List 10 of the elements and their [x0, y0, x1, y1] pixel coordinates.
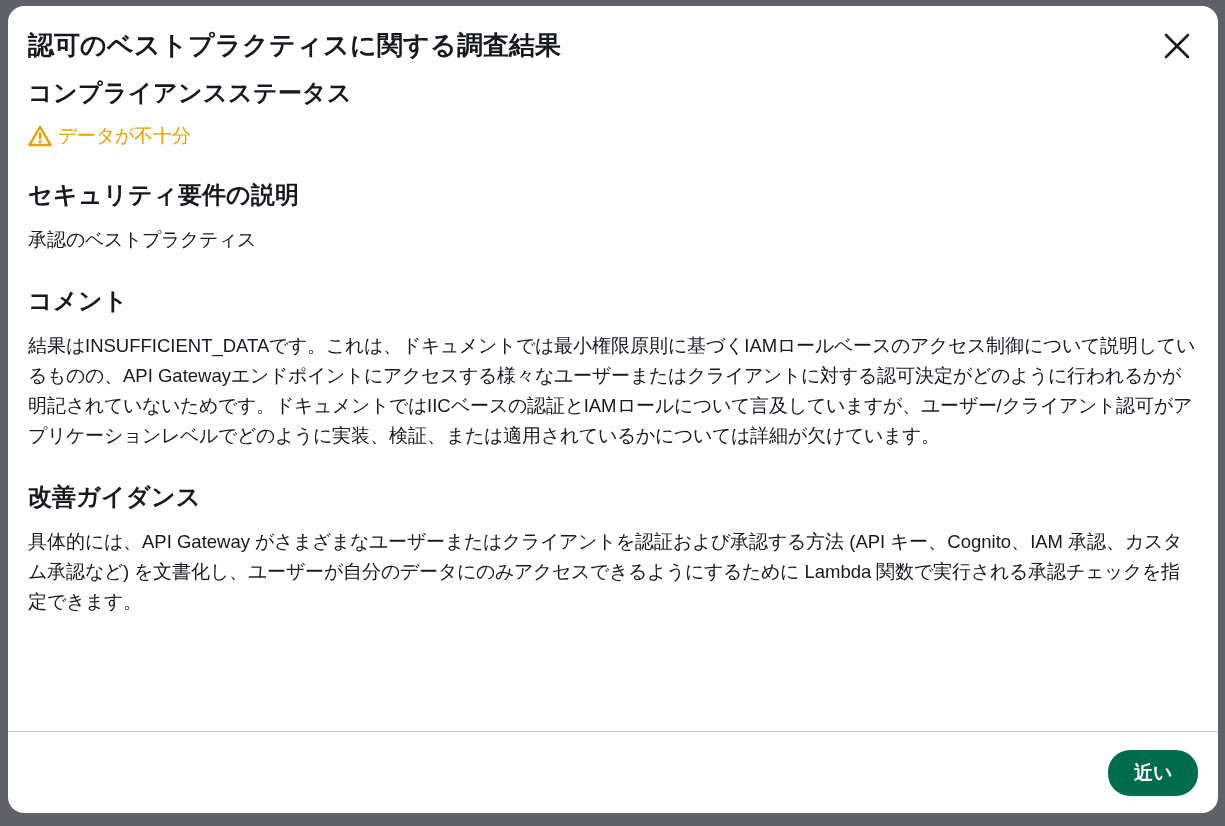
close-button[interactable]: 近い — [1108, 750, 1198, 796]
section-heading: コンプライアンスステータス — [28, 78, 353, 109]
dialog-title: 認可のベストプラクティスに関する調査結果 — [28, 29, 561, 62]
section-text: 承認のベストプラクティス — [28, 228, 257, 252]
section-text: 具体的には、API Gateway がさまざまなユーザーまたはクライアントを認証および承認する方法 (API キー、Cognito、IAM 承認、カスタム承認など) を文書化し、ユーザーが自分のデータにのみアクセスできるようにするために Lambda 関数で実行される承認チェックを指定できます。 — [28, 530, 1184, 614]
section-text: 結果はINSUFFICIENT_DATAです。これは、ドキュメントでは最小権限原則に基づくIAMロールベースのアクセス制御について説明しているものの、API Gatewayエンドポイントにアクセスする様々なユーザーまたはクライアントに対する認可決定がどのように行われるかが明記されていないためです。ドキュメントではIICベースの認証とIAMロールについて言及していますが、ユーザー/クライアント認可がアプリケーションレベルでどのように実装、検証、または適用されているかについては詳細が欠けています。 — [28, 334, 1197, 448]
section-heading: 改善ガイダンス — [28, 482, 202, 513]
status-text: データが不十分 — [58, 123, 191, 148]
section-heading: セキュリティ要件の説明 — [28, 180, 300, 211]
section-heading: コメント — [28, 286, 129, 317]
